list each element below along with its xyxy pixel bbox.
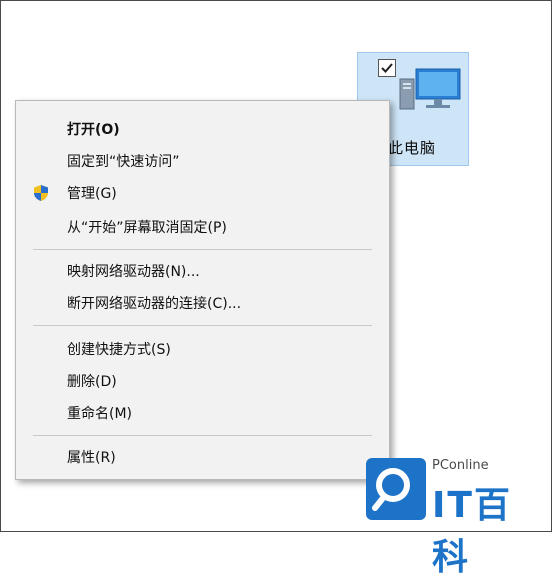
menu-item-label: 创建快捷方式(S) [67, 342, 171, 358]
menu-item-label: 断开网络驱动器的连接(C)... [67, 296, 242, 312]
menu-item-pin-quick-access[interactable]: 固定到“快速访问” [16, 147, 389, 175]
context-menu: 打开(O) 固定到“快速访问” 管理(G) 从“开始”屏幕取消固定(P) 映射网… [15, 100, 390, 480]
menu-item-manage[interactable]: 管理(G) [16, 179, 389, 207]
menu-item-open[interactable]: 打开(O) [16, 115, 389, 143]
checkmark-icon [381, 63, 393, 73]
menu-item-properties[interactable]: 属性(R) [16, 443, 389, 471]
menu-item-label: 固定到“快速访问” [67, 154, 180, 170]
menu-separator [33, 249, 372, 250]
menu-item-disconnect-network-drive[interactable]: 断开网络驱动器的连接(C)... [16, 289, 389, 317]
menu-item-label: 从“开始”屏幕取消固定(P) [67, 220, 227, 236]
desktop-icon-label: 此电脑 [388, 139, 437, 157]
menu-separator [33, 325, 372, 326]
menu-item-label: 映射网络驱动器(N)... [67, 264, 200, 280]
watermark-brand: IT百科 [432, 485, 512, 578]
this-pc-icon [399, 68, 461, 110]
menu-item-delete[interactable]: 删除(D) [16, 367, 389, 395]
menu-item-map-network-drive[interactable]: 映射网络驱动器(N)... [16, 257, 389, 285]
menu-item-label: 属性(R) [67, 450, 116, 466]
menu-item-unpin-start[interactable]: 从“开始”屏幕取消固定(P) [16, 213, 389, 241]
menu-item-label: 重命名(M) [67, 406, 133, 422]
menu-item-label: 删除(D) [67, 374, 117, 390]
uac-shield-icon [34, 185, 48, 201]
menu-item-label: 打开(O) [67, 122, 120, 138]
magnifier-logo-icon [366, 458, 426, 520]
menu-item-label: 管理(G) [67, 186, 117, 202]
menu-item-create-shortcut[interactable]: 创建快捷方式(S) [16, 335, 389, 363]
menu-separator [33, 435, 372, 436]
pconline-watermark: PConline IT百科 [362, 452, 544, 578]
menu-item-rename[interactable]: 重命名(M) [16, 399, 389, 427]
watermark-site: PConline [432, 458, 489, 473]
